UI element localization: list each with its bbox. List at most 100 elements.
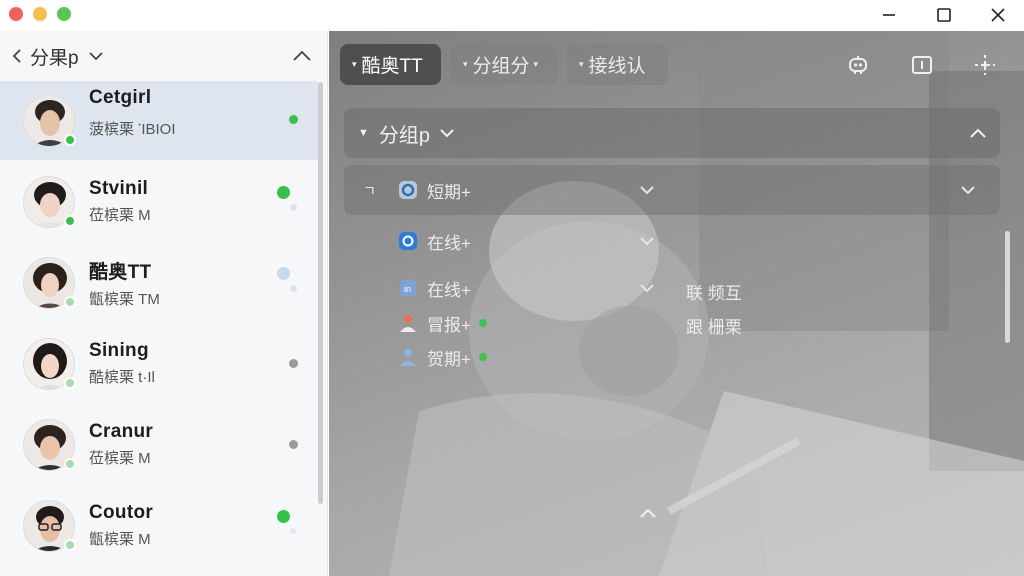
unread-dot bbox=[277, 186, 290, 199]
list-item[interactable]: 在线+ bbox=[398, 228, 471, 254]
minimize-icon bbox=[883, 14, 895, 16]
group-header[interactable]: ▼ 分组p bbox=[344, 108, 1000, 158]
minimize-traffic-light[interactable] bbox=[33, 7, 47, 21]
tab-3[interactable]: ▾ 接线认 bbox=[567, 44, 668, 85]
contact-name: Cetgirl bbox=[89, 86, 152, 108]
svg-text:in: in bbox=[404, 284, 411, 294]
contact-status: 甑槟栗 M bbox=[89, 531, 151, 548]
close-button[interactable] bbox=[983, 4, 1013, 26]
close-traffic-light[interactable] bbox=[9, 7, 23, 21]
contact-status: 甑槟栗 TM bbox=[89, 290, 160, 308]
chevron-down-icon[interactable] bbox=[961, 186, 975, 195]
minimize-button[interactable] bbox=[874, 4, 904, 26]
orange-user-icon bbox=[398, 313, 418, 333]
circle-o-icon bbox=[398, 180, 418, 200]
contact-status: 酷槟栗 t·Il bbox=[89, 369, 155, 386]
presence-indicator bbox=[64, 538, 76, 551]
contact-item[interactable]: Sining 酷槟栗 t·Il bbox=[0, 324, 318, 403]
blue-app-icon bbox=[398, 231, 418, 251]
tab-2[interactable]: ▾ 分组分 ▾ bbox=[451, 44, 557, 85]
collapse-chevron-icon[interactable] bbox=[293, 50, 311, 62]
status-dot bbox=[290, 528, 296, 534]
contact-name: Coutor bbox=[89, 502, 154, 523]
blue-user-icon bbox=[398, 347, 418, 367]
side-label: 跟 栅栗 bbox=[686, 318, 742, 337]
group-title: 分组p bbox=[378, 124, 431, 147]
row-label: 在线+ bbox=[427, 233, 471, 253]
chevron-down-icon[interactable] bbox=[640, 237, 654, 246]
crosshair-button[interactable] bbox=[971, 51, 999, 79]
contact-name: Sining bbox=[89, 340, 149, 361]
caret-down-icon: ▾ bbox=[463, 59, 468, 69]
contact-status: 菠槟栗 ་ΙΒΙΟΙ bbox=[89, 120, 176, 138]
row-label: 短期+ bbox=[427, 182, 471, 202]
sidebar-title: 分果p bbox=[30, 47, 79, 69]
tab-label: 分组分 bbox=[472, 56, 530, 77]
chevron-down-icon[interactable] bbox=[640, 284, 654, 293]
collapse-chevron-icon[interactable] bbox=[970, 128, 986, 138]
chevron-down-icon[interactable] bbox=[640, 186, 654, 195]
presence-indicator bbox=[64, 214, 76, 227]
avatar bbox=[23, 256, 76, 309]
main-scrollbar[interactable] bbox=[1005, 231, 1010, 343]
contact-name: Stvinil bbox=[89, 178, 149, 199]
chevron-down-icon[interactable] bbox=[88, 51, 103, 61]
contact-item[interactable]: Stvinil 莅槟栗 M bbox=[0, 162, 318, 241]
bot-button[interactable] bbox=[844, 51, 872, 79]
tab-label: 接线认 bbox=[588, 56, 646, 77]
status-dot bbox=[290, 204, 297, 211]
unread-dot bbox=[277, 267, 290, 280]
row-marker: ㄱ bbox=[363, 183, 376, 199]
unread-dot bbox=[277, 510, 290, 523]
square-icon: in bbox=[398, 278, 418, 298]
chat-main-panel: ▾ 酷奥TT ▾ 分组分 ▾ ▾ 接线认 ▼ 分组p ㄱ 短期+ 在线+ in … bbox=[329, 31, 1024, 576]
contact-item[interactable]: Cetgirl 菠槟栗 ་ΙΒΙΟΙ bbox=[0, 81, 318, 160]
maximize-button[interactable] bbox=[929, 4, 959, 26]
row-label: 冒报+ bbox=[427, 315, 471, 335]
panel-button[interactable] bbox=[908, 51, 936, 79]
tab-1[interactable]: ▾ 酷奥TT bbox=[340, 44, 441, 85]
contact-item[interactable]: 酷奥TT 甑槟栗 TM bbox=[0, 243, 318, 322]
crosshair-icon bbox=[975, 55, 995, 75]
presence-indicator bbox=[64, 376, 76, 389]
list-item[interactable]: 短期+ bbox=[398, 177, 471, 203]
avatar bbox=[23, 94, 76, 147]
caret-down-icon: ▾ bbox=[352, 59, 357, 69]
caret-down-icon: ▾ bbox=[533, 59, 539, 69]
avatar bbox=[23, 418, 76, 471]
online-dot bbox=[478, 319, 487, 327]
sidebar-header: 分果p bbox=[0, 31, 327, 81]
contact-item[interactable]: Cranur 莅槟栗 M bbox=[0, 405, 318, 484]
presence-indicator bbox=[64, 457, 76, 470]
caret-down-icon: ▾ bbox=[579, 59, 584, 69]
row-label: 在线+ bbox=[427, 280, 471, 300]
list-item[interactable]: in 在线+ bbox=[398, 275, 471, 301]
contact-status: 莅槟栗 M bbox=[89, 207, 151, 224]
contact-item[interactable]: Coutor 甑槟栗 M bbox=[0, 486, 318, 565]
presence-indicator bbox=[64, 295, 76, 308]
status-dot bbox=[289, 440, 298, 449]
contact-name: Cranur bbox=[89, 421, 154, 442]
list-item[interactable]: 贺期+ bbox=[398, 344, 487, 370]
status-dot bbox=[289, 359, 298, 368]
panel-icon bbox=[912, 56, 932, 74]
unread-dot bbox=[289, 115, 298, 124]
sidebar-scrollbar[interactable] bbox=[318, 82, 323, 504]
avatar bbox=[23, 337, 76, 390]
caret-down-icon: ▼ bbox=[358, 127, 369, 139]
contact-name: 酷奥TT bbox=[89, 261, 152, 283]
avatar bbox=[23, 499, 76, 552]
side-label: 联 频互 bbox=[686, 284, 742, 303]
zoom-traffic-light[interactable] bbox=[57, 7, 71, 21]
tab-label: 酷奥TT bbox=[361, 56, 423, 77]
contact-status: 莅槟栗 M bbox=[89, 450, 151, 467]
close-icon bbox=[991, 8, 1005, 22]
row-label: 贺期+ bbox=[427, 349, 471, 369]
list-item[interactable]: 冒报+ bbox=[398, 310, 487, 336]
back-chevron-icon[interactable] bbox=[12, 49, 22, 63]
chevron-down-icon bbox=[440, 129, 454, 138]
contacts-sidebar: 分果p Cetgirl 菠槟栗 ་ΙΒΙΟΙ Stvinil 莅槟栗 M 酷奥T… bbox=[0, 31, 328, 576]
online-dot bbox=[478, 353, 487, 361]
bot-icon bbox=[849, 56, 867, 74]
scroll-up-chevron-icon[interactable] bbox=[640, 508, 656, 518]
